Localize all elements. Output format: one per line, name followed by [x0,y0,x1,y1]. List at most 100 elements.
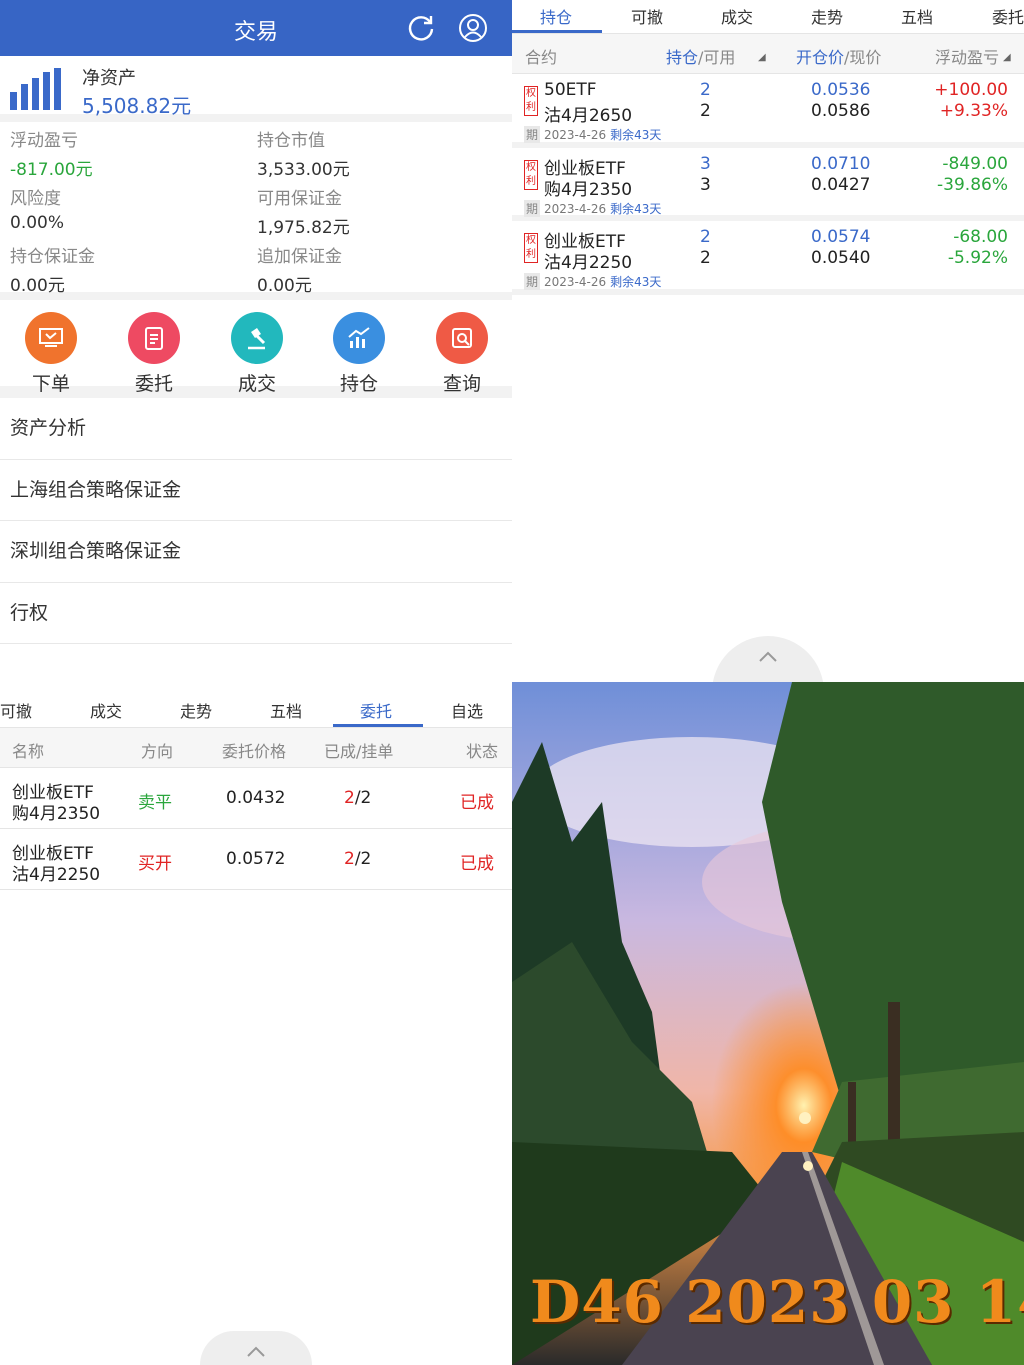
rights-tag: 权利 [524,233,538,263]
hold-qty: 3 [700,153,711,174]
positions-tabs: 持仓 可撤 成交 走势 五档 委托 [512,0,1024,34]
col-pnl[interactable]: 浮动盈亏 [935,44,999,68]
menu-shenzhen-margin[interactable]: 深圳组合策略保证金 [0,521,512,583]
sort-icon[interactable]: ◢ [1003,52,1011,63]
tab-positions[interactable]: 持仓 [540,4,572,28]
col-price[interactable]: 开仓价/现价 [796,44,881,68]
stat-value: 0.00元 [257,276,312,296]
search-document-icon [436,312,488,364]
stat-label: 可用保证金 [257,189,342,209]
positions-screen: 持仓 可撤 成交 走势 五档 委托 合约 持仓/可用 ◢ 开仓价/现价 浮动盈亏… [512,0,1024,682]
order-contract: 购4月2350 [12,804,101,824]
expand-up-handle[interactable] [200,1331,312,1365]
date-stamp: D46 2023 03 14 [530,1268,1024,1336]
refresh-icon[interactable] [406,13,436,43]
tab-watchlist[interactable]: 自选 [451,698,483,722]
stat-value: 3,533.00元 [257,160,350,180]
action-query[interactable]: 查询 [427,312,497,396]
pnl-percent: -5.92% [947,248,1008,268]
expiry-tag: 期 [524,199,541,217]
contract-name: 沽4月2250 [544,253,633,273]
stat-position-margin: 持仓保证金 0.00元 [10,242,250,296]
contract-name: 沽4月2650 [544,106,633,126]
open-price: 0.0710 [811,153,871,174]
action-deals[interactable]: 成交 [222,312,292,396]
chevron-up-icon [247,1346,265,1357]
stat-position-value: 持仓市值 3,533.00元 [257,126,497,180]
active-tab-indicator [512,30,602,33]
net-assets-panel: 净资产 5,508.82元 [0,56,512,122]
menu-shanghai-margin[interactable]: 上海组合策略保证金 [0,460,512,521]
tab-orders[interactable]: 委托 [360,698,392,722]
tab-orders[interactable]: 委托 [992,4,1024,28]
current-price: 0.0427 [811,174,871,195]
contract-name: 购4月2350 [544,179,633,200]
expiry-tag: 期 [524,126,541,143]
expiry-info: 期 2023-4-26 剩余43天 [524,126,661,143]
order-price: 0.0432 [226,788,286,808]
app-header: 交易 [0,0,512,56]
tab-depth[interactable]: 五档 [270,698,302,722]
order-price: 0.0572 [226,849,286,869]
stat-additional-margin: 追加保证金 0.00元 [257,242,497,296]
col-price-secondary: /现价 [844,48,882,67]
stat-value: 1,975.82元 [257,218,350,238]
action-place-order[interactable]: 下单 [16,312,86,396]
menu-asset-analysis[interactable]: 资产分析 [0,398,512,460]
photo-scene [512,682,1024,1365]
position-row[interactable]: 权利 创业板ETF 沽4月2250 2 2 0.0574 0.0540 -68.… [512,221,1024,295]
expiry-date: 2023-4-26 [544,128,607,142]
tab-deals[interactable]: 成交 [721,4,753,28]
active-tab-indicator [333,724,423,727]
position-row[interactable]: 权利 50ETF 沽4月2650 2 2 0.0536 0.0586 +100.… [512,74,1024,148]
sort-down-icon[interactable]: ◢ [758,52,766,63]
tab-depth[interactable]: 五档 [901,4,933,28]
divider [0,682,512,690]
tab-trend[interactable]: 走势 [811,4,843,28]
col-filled: 已成/挂单 [324,742,394,761]
order-direction: 买开 [138,854,172,874]
place-order-icon [25,312,77,364]
current-price: 0.0540 [811,248,871,268]
order-contract: 沽4月2250 [12,865,101,885]
user-icon[interactable] [458,13,488,43]
tab-cancelable[interactable]: 可撤 [0,698,32,722]
order-row[interactable]: 创业板ETF 沽4月2250 买开 0.0572 2/2 已成 [0,829,512,890]
stat-label: 风险度 [10,189,61,209]
pnl-amount: -849.00 [942,153,1008,174]
menu-exercise[interactable]: 行权 [0,583,512,644]
avail-qty: 3 [700,174,711,195]
orders-screen: 可撤 成交 走势 五档 委托 自选 名称 方向 委托价格 已成/挂单 状态 创业… [0,682,512,1365]
col-contract: 合约 [525,48,558,67]
tab-trend[interactable]: 走势 [180,698,212,722]
days-remaining: 剩余43天 [610,201,662,216]
stat-value: -817.00元 [10,160,93,180]
stat-risk: 风险度 0.00% [10,184,250,233]
action-positions[interactable]: 持仓 [324,312,394,396]
col-position[interactable]: 持仓/可用 [666,44,735,68]
pnl-amount: -68.00 [953,227,1008,247]
total-count: /2 [354,788,372,808]
position-row[interactable]: 权利 创业板ETF 购4月2350 3 3 0.0710 0.0427 -849… [512,148,1024,221]
tab-deals[interactable]: 成交 [90,698,122,722]
order-filled: 2/2 [344,849,371,869]
order-row[interactable]: 创业板ETF 购4月2350 卖平 0.0432 2/2 已成 [0,768,512,829]
action-label: 下单 [31,373,70,395]
orders-tabs: 可撤 成交 走势 五档 委托 自选 [0,690,512,728]
action-orders[interactable]: 委托 [119,312,189,396]
tab-cancelable[interactable]: 可撤 [631,4,663,28]
col-status: 状态 [466,742,499,761]
expiry-date: 2023-4-26 [544,275,607,289]
trade-home-screen: 交易 净资产 5,508.82元 浮动盈亏 -817.00元 持仓市值 3,53… [0,0,512,682]
stat-label: 持仓市值 [257,131,325,151]
filled-count: 2 [344,849,355,869]
contract-underlying: 50ETF [544,80,597,100]
order-status: 已成 [460,793,494,813]
sunset-photo: D46 2023 03 14 [512,682,1024,1365]
hold-qty: 2 [700,80,711,100]
expand-up-handle[interactable] [712,636,824,682]
stat-label: 追加保证金 [257,247,342,267]
current-price: 0.0586 [811,101,871,121]
expiry-info: 期 2023-4-26 剩余43天 [524,273,661,290]
days-remaining: 剩余43天 [610,128,662,142]
